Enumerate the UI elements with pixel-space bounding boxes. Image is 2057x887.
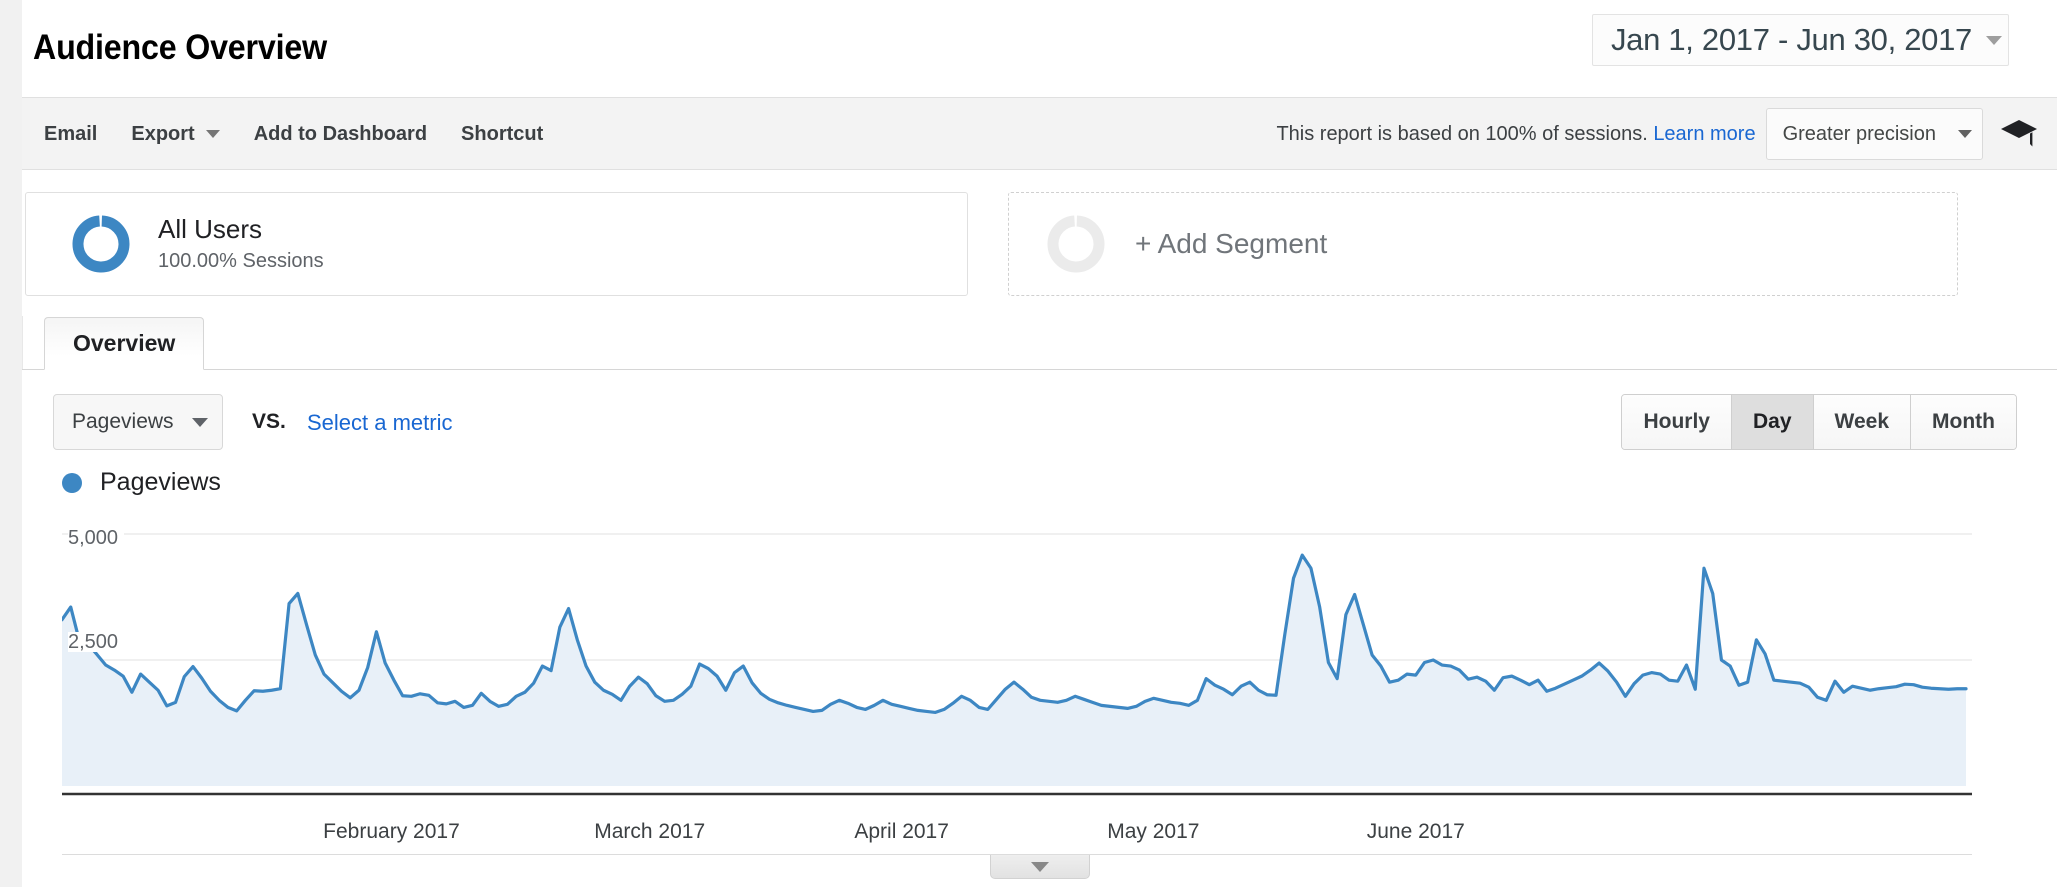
y-axis-tick-mid: 2,500 [68, 632, 125, 652]
report-toolbar: Email Export Add to Dashboard Shortcut T… [22, 98, 2057, 170]
segment-all-users[interactable]: All Users 100.00% Sessions [25, 192, 968, 296]
page-left-gutter [0, 0, 23, 887]
precision-label: Greater precision [1782, 122, 1936, 145]
legend-label: Pageviews [100, 468, 221, 496]
shortcut-label: Shortcut [461, 122, 544, 145]
date-range-picker[interactable]: Jan 1, 2017 - Jun 30, 2017 [1591, 14, 2009, 66]
y-axis-tick-top: 5,000 [68, 528, 125, 548]
legend-color-dot [62, 472, 82, 493]
granularity-month-button[interactable]: Month [1911, 395, 2016, 449]
segment-title: All Users [158, 214, 263, 245]
vs-label: VS. [252, 410, 286, 433]
tab-overview-label: Overview [73, 330, 176, 356]
export-button[interactable]: Export [131, 122, 220, 146]
x-axis-tick-label: June 2017 [1366, 820, 1465, 843]
granularity-day-button[interactable]: Day [1732, 395, 1814, 449]
report-tabs: Overview [22, 316, 2057, 370]
precision-dropdown[interactable]: Greater precision [1765, 108, 1983, 160]
select-metric-link[interactable]: Select a metric [307, 410, 453, 436]
graduation-cap-icon[interactable] [1999, 117, 2039, 151]
segment-all-users-text: All Users 100.00% Sessions [158, 214, 324, 273]
chevron-down-icon [1958, 130, 1972, 138]
chevron-down-icon [205, 130, 220, 138]
page-header: Audience Overview Jan 1, 2017 - Jun 30, … [22, 0, 2057, 98]
metric-dropdown[interactable]: Pageviews [53, 394, 223, 450]
page-title: Audience Overview [33, 28, 327, 67]
x-axis-tick-label: March 2017 [594, 820, 706, 843]
add-segment-label: + Add Segment [1135, 228, 1328, 259]
chevron-down-icon [192, 417, 208, 427]
export-label: Export [131, 122, 195, 145]
chevron-down-icon [1031, 861, 1049, 872]
chevron-down-icon [1986, 35, 2002, 45]
x-axis-tick-label: May 2017 [1107, 820, 1200, 843]
email-button[interactable]: Email [44, 123, 97, 146]
chart-collapse-toggle[interactable] [990, 855, 1090, 879]
metric-selected-label: Pageviews [72, 410, 174, 433]
chart-legend: Pageviews [62, 468, 221, 497]
toolbar-status: This report is based on 100% of sessions… [1276, 98, 2039, 170]
sampling-note: This report is based on 100% of sessions… [1276, 123, 1755, 146]
shortcut-button[interactable]: Shortcut [461, 123, 543, 146]
x-axis: February 2017 March 2017 April 2017 May 201… [62, 808, 1972, 854]
toolbar-actions: Email Export Add to Dashboard Shortcut [44, 98, 543, 170]
granularity-week-button[interactable]: Week [1813, 395, 1912, 449]
x-axis-tick-label: February 2017 [323, 820, 460, 843]
date-range-label: Jan 1, 2017 - Jun 30, 2017 [1610, 22, 1972, 57]
chart-panel: Pageviews VS. Select a metric Hourly Day… [22, 370, 2057, 887]
learn-more-link[interactable]: Learn more [1653, 123, 1755, 145]
donut-ring-icon [72, 215, 130, 273]
pageviews-chart[interactable]: 5,000 2,500 [62, 520, 1972, 808]
email-label: Email [44, 122, 98, 145]
granularity-toggle-group: Hourly Day Week Month [1621, 394, 2017, 450]
x-axis-tick-label: April 2017 [854, 820, 949, 843]
donut-ring-icon [1047, 215, 1105, 273]
segment-subtitle: 100.00% Sessions [158, 249, 324, 272]
sampling-note-text: This report is based on 100% of sessions… [1276, 122, 1648, 145]
add-to-dashboard-button[interactable]: Add to Dashboard [254, 123, 427, 146]
tab-overview[interactable]: Overview [44, 317, 205, 370]
granularity-hourly-button[interactable]: Hourly [1622, 395, 1732, 449]
segment-bar: All Users 100.00% Sessions + Add Segment [22, 170, 2057, 316]
audience-overview-page: Audience Overview Jan 1, 2017 - Jun 30, … [0, 0, 2057, 887]
add-segment-button[interactable]: + Add Segment [1008, 192, 1958, 296]
metric-controls: Pageviews VS. Select a metric Hourly Day… [22, 370, 2057, 460]
pageviews-area-chart-svg [62, 533, 1972, 796]
add-to-dashboard-label: Add to Dashboard [253, 122, 428, 145]
